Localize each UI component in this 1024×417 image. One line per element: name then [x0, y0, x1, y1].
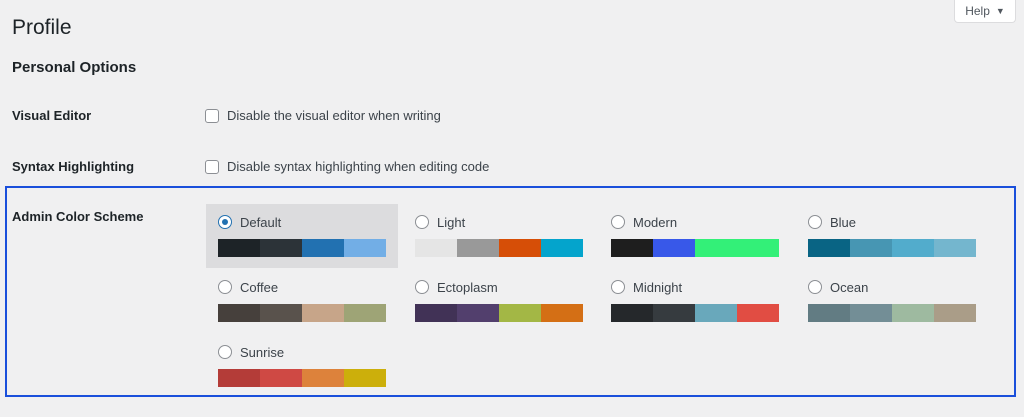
- color-scheme-radio-blue[interactable]: [808, 215, 822, 229]
- color-swatch: [850, 239, 892, 257]
- color-scheme-label-midnight[interactable]: Midnight: [633, 280, 682, 295]
- color-swatch: [499, 304, 541, 322]
- color-swatch: [541, 304, 583, 322]
- color-scheme-option-ocean[interactable]: Ocean: [796, 269, 988, 333]
- color-swatch: [218, 239, 260, 257]
- color-scheme-label-sunrise[interactable]: Sunrise: [240, 345, 284, 360]
- color-swatch: [457, 239, 499, 257]
- color-scheme-label-coffee[interactable]: Coffee: [240, 280, 278, 295]
- color-swatch: [737, 304, 779, 322]
- help-label: Help: [965, 3, 990, 18]
- color-scheme-radio-modern[interactable]: [611, 215, 625, 229]
- color-swatch: [260, 369, 302, 387]
- color-swatch: [934, 304, 976, 322]
- page-title: Profile: [12, 16, 72, 39]
- visual-editor-option[interactable]: Disable the visual editor when writing: [205, 108, 441, 123]
- color-swatch: [499, 239, 541, 257]
- color-swatch: [850, 304, 892, 322]
- color-scheme-option-blue[interactable]: Blue: [796, 204, 988, 268]
- color-swatch: [892, 304, 934, 322]
- color-swatch-strip: [218, 239, 386, 257]
- color-swatch: [737, 239, 779, 257]
- color-scheme-option-sunrise[interactable]: Sunrise: [206, 334, 398, 398]
- color-scheme-header[interactable]: Modern: [611, 214, 779, 230]
- color-scheme-option-modern[interactable]: Modern: [599, 204, 791, 268]
- color-scheme-label-light[interactable]: Light: [437, 215, 465, 230]
- color-swatch: [808, 239, 850, 257]
- visual-editor-label: Visual Editor: [12, 108, 92, 123]
- color-swatch-strip: [218, 369, 386, 387]
- color-scheme-radio-default[interactable]: [218, 215, 232, 229]
- color-scheme-label-ectoplasm[interactable]: Ectoplasm: [437, 280, 498, 295]
- color-scheme-option-default[interactable]: Default: [206, 204, 398, 268]
- color-swatch: [541, 239, 583, 257]
- color-scheme-option-coffee[interactable]: Coffee: [206, 269, 398, 333]
- color-scheme-header[interactable]: Blue: [808, 214, 976, 230]
- color-swatch: [302, 304, 344, 322]
- syntax-highlighting-option[interactable]: Disable syntax highlighting when editing…: [205, 159, 489, 174]
- color-swatch-strip: [611, 239, 779, 257]
- color-swatch: [653, 239, 695, 257]
- color-swatch-strip: [415, 239, 583, 257]
- color-scheme-label-modern[interactable]: Modern: [633, 215, 677, 230]
- syntax-highlighting-checkbox-text[interactable]: Disable syntax highlighting when editing…: [227, 159, 489, 174]
- color-swatch: [415, 239, 457, 257]
- color-scheme-radio-coffee[interactable]: [218, 280, 232, 294]
- color-scheme-option-light[interactable]: Light: [403, 204, 595, 268]
- color-swatch: [695, 304, 737, 322]
- color-scheme-header[interactable]: Default: [218, 214, 386, 230]
- section-title-personal-options: Personal Options: [12, 59, 137, 76]
- syntax-highlighting-label: Syntax Highlighting: [12, 159, 135, 174]
- color-swatch: [457, 304, 499, 322]
- color-scheme-label-default[interactable]: Default: [240, 215, 281, 230]
- color-swatch: [302, 369, 344, 387]
- color-scheme-option-midnight[interactable]: Midnight: [599, 269, 791, 333]
- color-swatch: [653, 304, 695, 322]
- color-scheme-header[interactable]: Light: [415, 214, 583, 230]
- color-scheme-header[interactable]: Ocean: [808, 279, 976, 295]
- color-scheme-radio-ocean[interactable]: [808, 280, 822, 294]
- caret-down-icon: ▼: [995, 5, 1005, 16]
- color-swatch-strip: [611, 304, 779, 322]
- color-scheme-radio-sunrise[interactable]: [218, 345, 232, 359]
- color-scheme-header[interactable]: Ectoplasm: [415, 279, 583, 295]
- color-scheme-label-blue[interactable]: Blue: [830, 215, 856, 230]
- color-swatch-strip: [808, 304, 976, 322]
- color-swatch: [302, 239, 344, 257]
- color-scheme-header[interactable]: Sunrise: [218, 344, 386, 360]
- color-scheme-label-ocean[interactable]: Ocean: [830, 280, 868, 295]
- color-swatch-strip: [415, 304, 583, 322]
- color-scheme-header[interactable]: Coffee: [218, 279, 386, 295]
- color-swatch: [344, 369, 386, 387]
- color-swatch: [344, 304, 386, 322]
- color-swatch: [695, 239, 737, 257]
- color-swatch: [218, 304, 260, 322]
- color-scheme-radio-midnight[interactable]: [611, 280, 625, 294]
- color-swatch: [260, 239, 302, 257]
- color-swatch: [218, 369, 260, 387]
- color-scheme-option-ectoplasm[interactable]: Ectoplasm: [403, 269, 595, 333]
- help-button[interactable]: Help ▼: [954, 0, 1016, 23]
- color-swatch: [892, 239, 934, 257]
- color-swatch: [415, 304, 457, 322]
- color-swatch: [260, 304, 302, 322]
- color-scheme-header[interactable]: Midnight: [611, 279, 779, 295]
- color-scheme-radio-ectoplasm[interactable]: [415, 280, 429, 294]
- visual-editor-checkbox-text[interactable]: Disable the visual editor when writing: [227, 108, 441, 123]
- color-swatch: [808, 304, 850, 322]
- color-swatch: [611, 304, 653, 322]
- syntax-highlighting-checkbox[interactable]: [205, 159, 219, 174]
- color-swatch: [344, 239, 386, 257]
- admin-color-scheme-label: Admin Color Scheme: [12, 209, 144, 224]
- visual-editor-checkbox[interactable]: [205, 108, 219, 123]
- color-swatch-strip: [808, 239, 976, 257]
- color-swatch-strip: [218, 304, 386, 322]
- color-swatch: [934, 239, 976, 257]
- color-swatch: [611, 239, 653, 257]
- color-scheme-radio-light[interactable]: [415, 215, 429, 229]
